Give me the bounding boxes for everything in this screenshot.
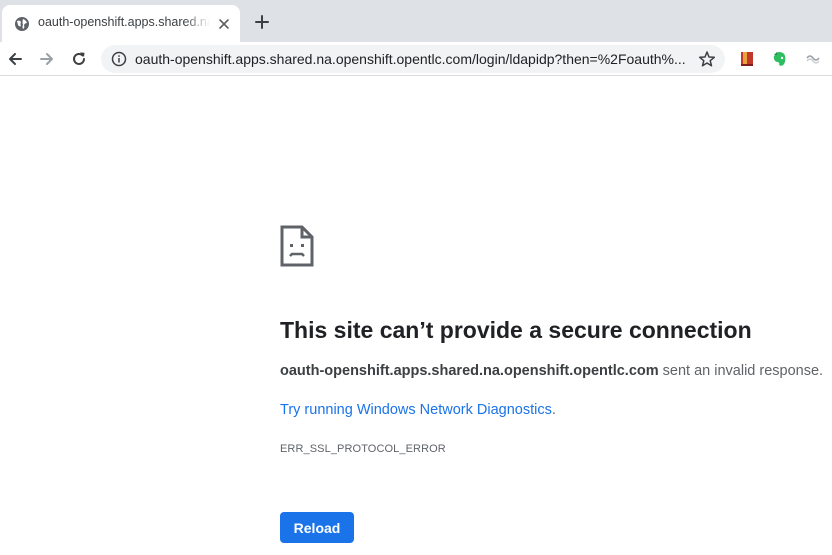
plus-icon[interactable] (253, 13, 271, 31)
reload-button[interactable]: Reload (280, 512, 354, 543)
close-icon[interactable] (216, 16, 232, 32)
book-icon[interactable] (738, 50, 756, 68)
browser-toolbar: oauth-openshift.apps.shared.na.openshift… (0, 42, 832, 76)
error-message: sent an invalid response. (662, 363, 824, 379)
error-host: oauth-openshift.apps.shared.na.openshift… (280, 363, 659, 379)
error-headline: This site can’t provide a secure connect… (280, 317, 752, 343)
star-icon[interactable] (698, 50, 716, 68)
info-icon[interactable] (111, 51, 127, 67)
evernote-icon[interactable] (771, 50, 789, 68)
reload-icon[interactable] (70, 50, 88, 68)
error-page: This site can’t provide a secure connect… (0, 77, 832, 555)
url-text[interactable]: oauth-openshift.apps.shared.na.openshift… (135, 51, 691, 69)
address-bar[interactable]: oauth-openshift.apps.shared.na.openshift… (101, 45, 725, 73)
extension-icon[interactable] (804, 50, 822, 68)
arrow-right-icon[interactable] (38, 50, 56, 68)
diagnostics-link[interactable]: Try running Windows Network Diagnostics (280, 402, 552, 418)
error-code: ERR_SSL_PROTOCOL_ERROR (280, 443, 446, 455)
tab-strip: oauth-openshift.apps.shared.na.openshift… (0, 0, 832, 42)
error-description: oauth-openshift.apps.shared.na.openshift… (280, 363, 823, 379)
diagnostics-line: Try running Windows Network Diagnostics. (280, 402, 556, 418)
tab-title: oauth-openshift.apps.shared.na.openshift… (38, 15, 210, 29)
sad-document-icon (280, 225, 314, 267)
globe-icon (15, 17, 29, 31)
arrow-left-icon[interactable] (6, 50, 24, 68)
active-tab[interactable]: oauth-openshift.apps.shared.na.openshift… (2, 5, 240, 42)
diagnostics-suffix: . (551, 402, 556, 418)
